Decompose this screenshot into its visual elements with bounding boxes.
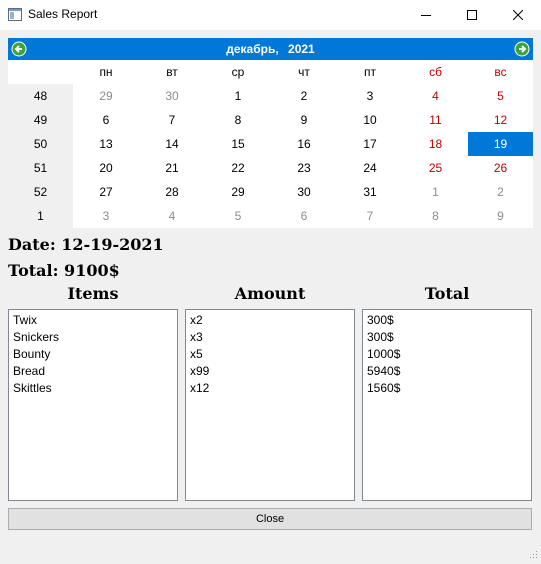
weekday-header: ср (231, 65, 245, 79)
calendar-day[interactable]: 24 (337, 156, 403, 180)
resize-grip-icon[interactable] (528, 546, 538, 558)
amount-list-item[interactable]: x3 (186, 329, 354, 346)
title-bar: Sales Report (0, 0, 541, 30)
amount-list-item[interactable]: x2 (186, 312, 354, 329)
total-list-item[interactable]: 300$ (363, 329, 531, 346)
weekday-header: чт (298, 65, 310, 79)
amount-list-item[interactable]: x5 (186, 346, 354, 363)
maximize-icon (467, 10, 477, 20)
calendar-day[interactable]: 1 (205, 84, 271, 108)
amount-list-item[interactable]: x12 (186, 380, 354, 397)
calendar-day[interactable]: 2 (271, 84, 337, 108)
total-list-item[interactable]: 5940$ (363, 363, 531, 380)
calendar-day[interactable]: 4 (403, 84, 468, 108)
total-list-item[interactable]: 300$ (363, 312, 531, 329)
calendar-day[interactable]: 18 (403, 132, 468, 156)
calendar-day[interactable]: 7 (139, 108, 205, 132)
week-number: 48 (33, 89, 48, 103)
year-selector[interactable]: 2021 (288, 42, 315, 56)
week-number: 49 (33, 113, 48, 127)
calendar-day[interactable]: 25 (403, 156, 468, 180)
weekday-header: сб (429, 65, 442, 79)
window-title: Sales Report (28, 7, 98, 21)
calendar-day[interactable]: 27 (73, 180, 139, 204)
calendar-day[interactable]: 6 (73, 108, 139, 132)
calendar-day[interactable]: 5 (468, 84, 533, 108)
calendar-day[interactable]: 1 (403, 180, 468, 204)
item-list-item[interactable]: Twix (9, 312, 177, 329)
arrow-right-icon[interactable] (514, 41, 530, 57)
weekday-header: пн (99, 65, 113, 79)
items-list[interactable]: Twix Snickers Bounty Bread Skittles (8, 309, 178, 501)
item-list-item[interactable]: Bounty (9, 346, 177, 363)
week-number: 51 (33, 161, 48, 175)
close-button[interactable]: Close (8, 508, 532, 530)
close-icon (513, 10, 523, 20)
weekday-header-row: пн вт ср чт пт сб вс (8, 60, 533, 84)
calendar-widget[interactable]: декабрь, 2021 пн вт ср чт пт сб вс 48 29 30 1 2 3 4 5… (8, 38, 533, 228)
calendar-day[interactable]: 6 (271, 204, 337, 228)
window-app-icon (8, 8, 22, 21)
calendar-day[interactable]: 8 (403, 204, 468, 228)
week-number: 1 (37, 209, 44, 223)
week-number: 52 (33, 185, 48, 199)
calendar-day[interactable]: 29 (205, 180, 271, 204)
calendar-day[interactable]: 3 (337, 84, 403, 108)
minimize-button[interactable] (403, 0, 449, 30)
date-label: Date: 12-19-2021 (8, 235, 164, 254)
total-list[interactable]: 300$ 300$ 1000$ 5940$ 1560$ (362, 309, 532, 501)
total-label: Total: 9100$ (8, 261, 120, 280)
calendar-day[interactable]: 26 (468, 156, 533, 180)
calendar-day[interactable]: 12 (468, 108, 533, 132)
calendar-day[interactable]: 9 (468, 204, 533, 228)
calendar-day[interactable]: 30 (271, 180, 337, 204)
calendar-day[interactable]: 23 (271, 156, 337, 180)
amount-list-item[interactable]: x99 (186, 363, 354, 380)
minimize-icon (421, 10, 431, 20)
calendar-day[interactable]: 16 (271, 132, 337, 156)
calendar-navigation-bar: декабрь, 2021 (8, 38, 533, 60)
maximize-button[interactable] (449, 0, 495, 30)
calendar-day[interactable]: 11 (403, 108, 468, 132)
calendar-day[interactable]: 29 (73, 84, 139, 108)
calendar-day[interactable]: 31 (337, 180, 403, 204)
calendar-day-selected[interactable]: 19 (468, 132, 533, 156)
calendar-day[interactable]: 7 (337, 204, 403, 228)
close-window-button[interactable] (495, 0, 541, 30)
calendar-day[interactable]: 15 (205, 132, 271, 156)
calendar-day[interactable]: 13 (73, 132, 139, 156)
week-number: 50 (33, 137, 48, 151)
calendar-day[interactable]: 22 (205, 156, 271, 180)
month-selector[interactable]: декабрь, (226, 42, 278, 56)
calendar-day[interactable]: 20 (73, 156, 139, 180)
calendar-day[interactable]: 14 (139, 132, 205, 156)
weekday-header: вт (166, 65, 178, 79)
total-header: Total (424, 284, 470, 303)
calendar-day[interactable]: 10 (337, 108, 403, 132)
calendar-day[interactable]: 30 (139, 84, 205, 108)
calendar-day[interactable]: 4 (139, 204, 205, 228)
item-list-item[interactable]: Bread (9, 363, 177, 380)
weekday-header: пт (364, 65, 376, 79)
calendar-day[interactable]: 9 (271, 108, 337, 132)
calendar-day[interactable]: 3 (73, 204, 139, 228)
calendar-day[interactable]: 5 (205, 204, 271, 228)
weekday-header: вс (494, 65, 507, 79)
calendar-day[interactable]: 17 (337, 132, 403, 156)
item-list-item[interactable]: Skittles (9, 380, 177, 397)
calendar-day[interactable]: 8 (205, 108, 271, 132)
amount-list[interactable]: x2 x3 x5 x99 x12 (185, 309, 355, 501)
item-list-item[interactable]: Snickers (9, 329, 177, 346)
calendar-day[interactable]: 2 (468, 180, 533, 204)
total-list-item[interactable]: 1560$ (363, 380, 531, 397)
amount-header: Amount (234, 284, 306, 303)
total-list-item[interactable]: 1000$ (363, 346, 531, 363)
items-header: Items (67, 284, 119, 303)
calendar-day[interactable]: 21 (139, 156, 205, 180)
calendar-day[interactable]: 28 (139, 180, 205, 204)
month-year-label: декабрь, 2021 (8, 38, 533, 60)
